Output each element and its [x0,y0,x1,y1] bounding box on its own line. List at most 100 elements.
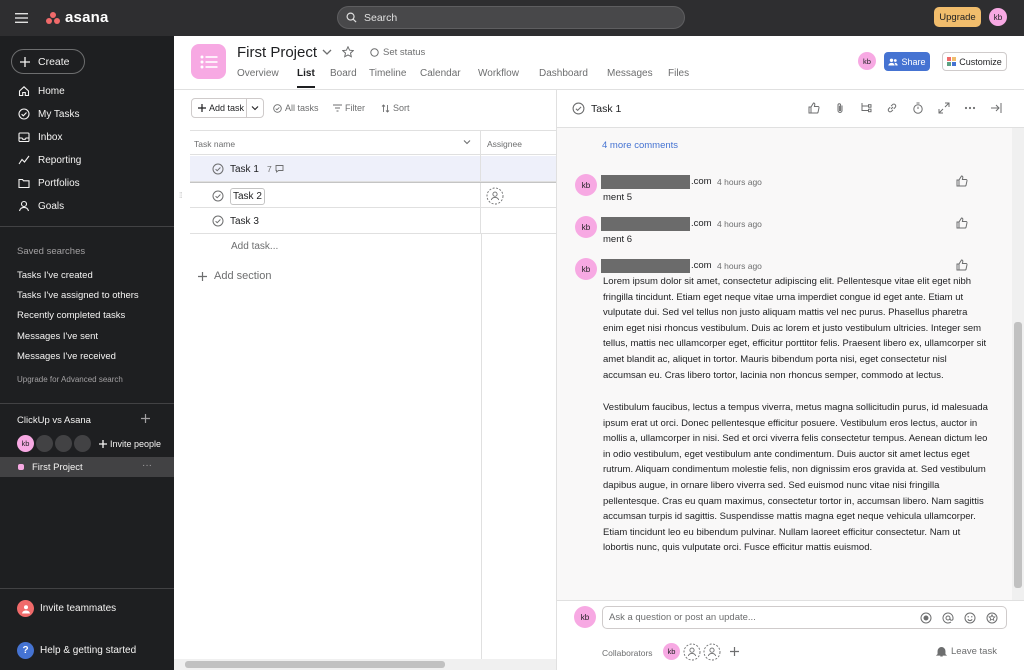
add-section-button[interactable]: Add section [198,270,271,282]
attachment-icon[interactable] [834,102,846,114]
tab-files[interactable]: Files [668,68,689,79]
comment-author-suffix[interactable]: .com [691,260,712,271]
sidebar-item-reporting[interactable]: Reporting [18,154,81,166]
leave-task-button[interactable]: Leave task [936,646,997,657]
sidebar-item-home[interactable]: Home [18,85,65,97]
add-collaborator-icon[interactable] [703,643,721,661]
drag-handle-icon[interactable]: ⁞⁞ [179,191,183,200]
sidebar-item-goals[interactable]: Goals [18,200,64,212]
scrollbar-thumb[interactable] [1014,322,1022,588]
chevron-down-icon[interactable] [322,48,332,56]
comment-author-suffix[interactable]: .com [691,176,712,187]
add-task-link[interactable]: Add task... [231,241,278,252]
link-icon[interactable] [886,102,898,114]
table-row[interactable]: ⁞⁞ Task 2 [179,182,556,209]
share-button[interactable]: Share [884,52,930,71]
column-header-task-name[interactable]: Task name [194,139,235,149]
tab-timeline[interactable]: Timeline [369,68,406,79]
filter-button[interactable]: Filter [333,103,365,113]
task-name[interactable]: Task 1 [230,164,259,175]
comment-input[interactable]: Ask a question or post an update... [602,606,1007,629]
tab-list[interactable]: List [297,68,315,79]
invite-people-button[interactable]: Invite people [99,439,161,449]
project-label: First Project [32,461,83,473]
complete-check-icon[interactable] [572,102,585,115]
filter-icon [333,104,342,112]
like-icon[interactable] [808,102,820,114]
tab-dashboard[interactable]: Dashboard [539,68,588,79]
complete-check-icon[interactable] [212,163,224,175]
chevron-down-icon[interactable] [463,139,471,145]
sidebar-item-portfolios[interactable]: Portfolios [18,177,80,189]
record-icon[interactable] [920,612,932,624]
emoji-icon[interactable] [964,612,976,624]
timer-icon[interactable] [912,102,924,114]
tab-calendar[interactable]: Calendar [420,68,461,79]
all-tasks-filter[interactable]: All tasks [273,103,319,113]
task-name[interactable]: Task 2 [230,188,265,205]
comment-avatar[interactable]: kb [575,216,597,238]
subtask-icon[interactable] [860,102,872,114]
tab-workflow[interactable]: Workflow [478,68,519,79]
saved-search-item[interactable]: Tasks I've created [17,270,93,281]
project-title[interactable]: First Project [237,44,317,61]
create-button[interactable]: Create [11,49,85,74]
hamburger-menu-icon[interactable] [14,11,30,25]
sidebar-item-inbox[interactable]: Inbox [18,131,62,143]
collaborator-avatar[interactable]: kb [663,643,680,660]
column-header-assignee[interactable]: Assignee [487,139,522,149]
task-detail-title[interactable]: Task 1 [572,102,621,115]
asana-logo[interactable]: asana [46,9,109,26]
user-avatar[interactable]: kb [989,8,1007,26]
tab-messages[interactable]: Messages [607,68,653,79]
star-badge-icon[interactable] [986,612,998,624]
star-icon[interactable] [342,46,354,58]
team-members[interactable]: kb Invite people [17,435,161,452]
more-comments-link[interactable]: 4 more comments [602,140,678,151]
add-project-icon[interactable] [141,414,150,423]
sidebar-project-first-project[interactable]: First Project ··· [0,457,174,477]
project-more-icon[interactable]: ··· [142,460,152,471]
scrollbar-thumb[interactable] [185,661,445,668]
sidebar-item-my-tasks[interactable]: My Tasks [18,108,80,120]
set-status-button[interactable]: Set status [370,47,425,58]
upgrade-button[interactable]: Upgrade [934,7,981,27]
comment-author-suffix[interactable]: .com [691,218,712,229]
comment-count: 7 [267,164,272,174]
comment-avatar[interactable]: kb [575,258,597,280]
table-row[interactable]: Task 1 7 [190,156,556,182]
saved-search-item[interactable]: Messages I've received [17,351,116,362]
comment-like-icon[interactable] [956,175,968,187]
saved-search-item[interactable]: Messages I've sent [17,331,98,342]
search-bar[interactable]: Search [337,6,685,29]
saved-search-item[interactable]: Recently completed tasks [17,310,125,321]
tab-board[interactable]: Board [330,68,357,79]
complete-check-icon[interactable] [212,190,224,202]
comment-avatar[interactable]: kb [575,174,597,196]
task-name[interactable]: Task 3 [230,216,259,227]
customize-button[interactable]: Customize [942,52,1007,71]
expand-icon[interactable] [938,102,950,114]
saved-search-item[interactable]: Tasks I've assigned to others [17,290,139,301]
team-name[interactable]: ClickUp vs Asana [17,415,91,426]
check-circle-icon [273,103,282,113]
help-button[interactable]: ? Help & getting started [17,642,136,659]
project-member-avatar[interactable]: kb [858,52,876,70]
mention-icon[interactable] [942,612,954,624]
tab-overview[interactable]: Overview [237,68,279,79]
more-icon[interactable] [964,102,976,114]
chevron-down-icon[interactable] [247,105,263,111]
upgrade-advanced-search-link[interactable]: Upgrade for Advanced search [17,375,123,384]
assignee-icon[interactable] [486,187,504,205]
plus-icon[interactable] [730,647,739,656]
complete-check-icon[interactable] [212,215,224,227]
table-row[interactable]: Task 3 [190,208,556,234]
comment-like-icon[interactable] [956,217,968,229]
add-task-button[interactable]: Add task [191,98,264,118]
invite-teammates-button[interactable]: Invite teammates [17,600,116,617]
close-pane-icon[interactable] [990,102,1002,114]
add-collaborator-icon[interactable] [683,643,701,661]
project-icon[interactable] [191,44,226,79]
comment-like-icon[interactable] [956,259,968,271]
sort-button[interactable]: Sort [381,103,410,113]
